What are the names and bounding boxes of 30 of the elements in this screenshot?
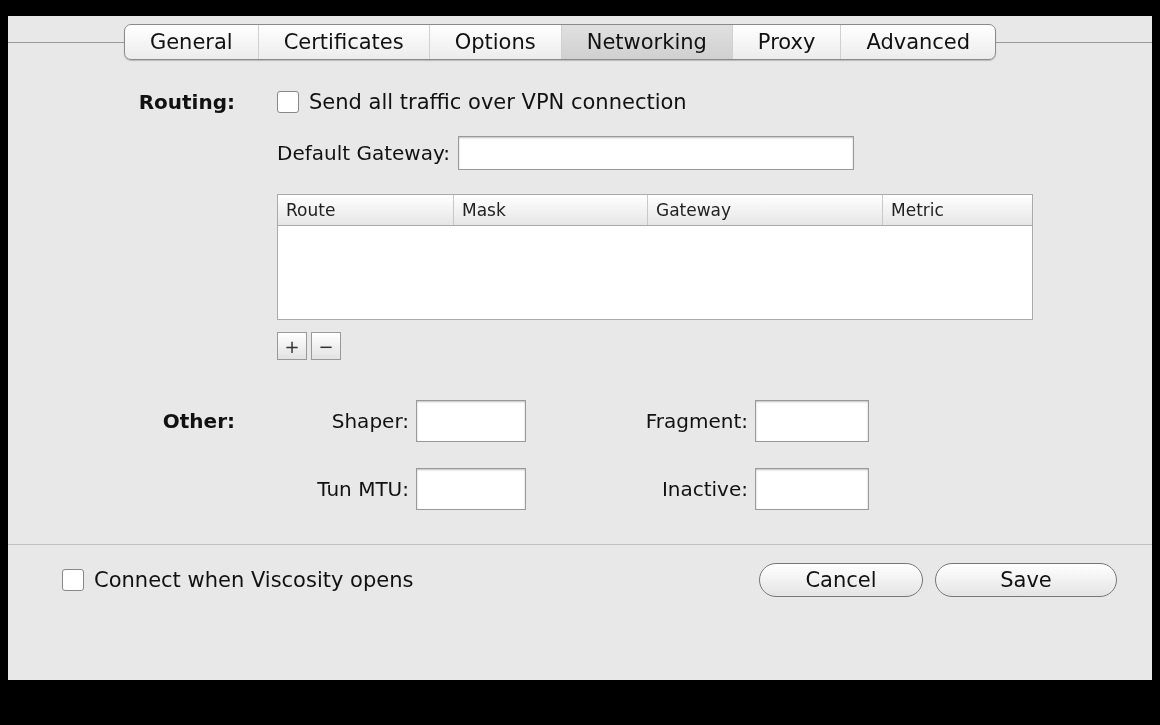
checkbox-label: Connect when Viscosity opens (94, 568, 414, 592)
tab[interactable]: Certificates (257, 25, 429, 59)
column-header[interactable]: Mask (453, 195, 647, 225)
tab[interactable]: Networking (560, 25, 732, 59)
input-field[interactable] (755, 468, 869, 510)
section-label: Other: (161, 409, 235, 433)
column-header[interactable]: Metric (882, 195, 1032, 225)
checkbox-label: Send all traffic over VPN connection (309, 90, 687, 114)
column-header[interactable]: Route (278, 195, 453, 225)
section-label: Routing: (137, 90, 235, 114)
field-label: Default Gateway: (277, 141, 451, 165)
input-field[interactable] (458, 136, 855, 170)
add-button[interactable]: + (277, 332, 307, 360)
field-label: Fragment: (644, 409, 748, 433)
tab[interactable]: Proxy (731, 25, 841, 59)
tab[interactable]: Options (428, 25, 561, 59)
tab[interactable]: Advanced (840, 25, 996, 59)
input-field[interactable] (755, 400, 869, 442)
cancel-button[interactable]: Cancel (759, 563, 923, 597)
field-label: Shaper: (330, 409, 409, 433)
input-field[interactable] (416, 400, 526, 442)
field-label: Inactive: (660, 477, 748, 501)
checkbox[interactable] (62, 569, 84, 591)
checkbox[interactable] (277, 91, 299, 113)
field-label: Tun MTU: (316, 477, 409, 501)
input-field[interactable] (416, 468, 526, 510)
tab[interactable]: General (124, 25, 258, 59)
remove-button[interactable]: − (311, 332, 341, 360)
column-header[interactable]: Gateway (647, 195, 882, 225)
save-button[interactable]: Save (935, 563, 1117, 597)
